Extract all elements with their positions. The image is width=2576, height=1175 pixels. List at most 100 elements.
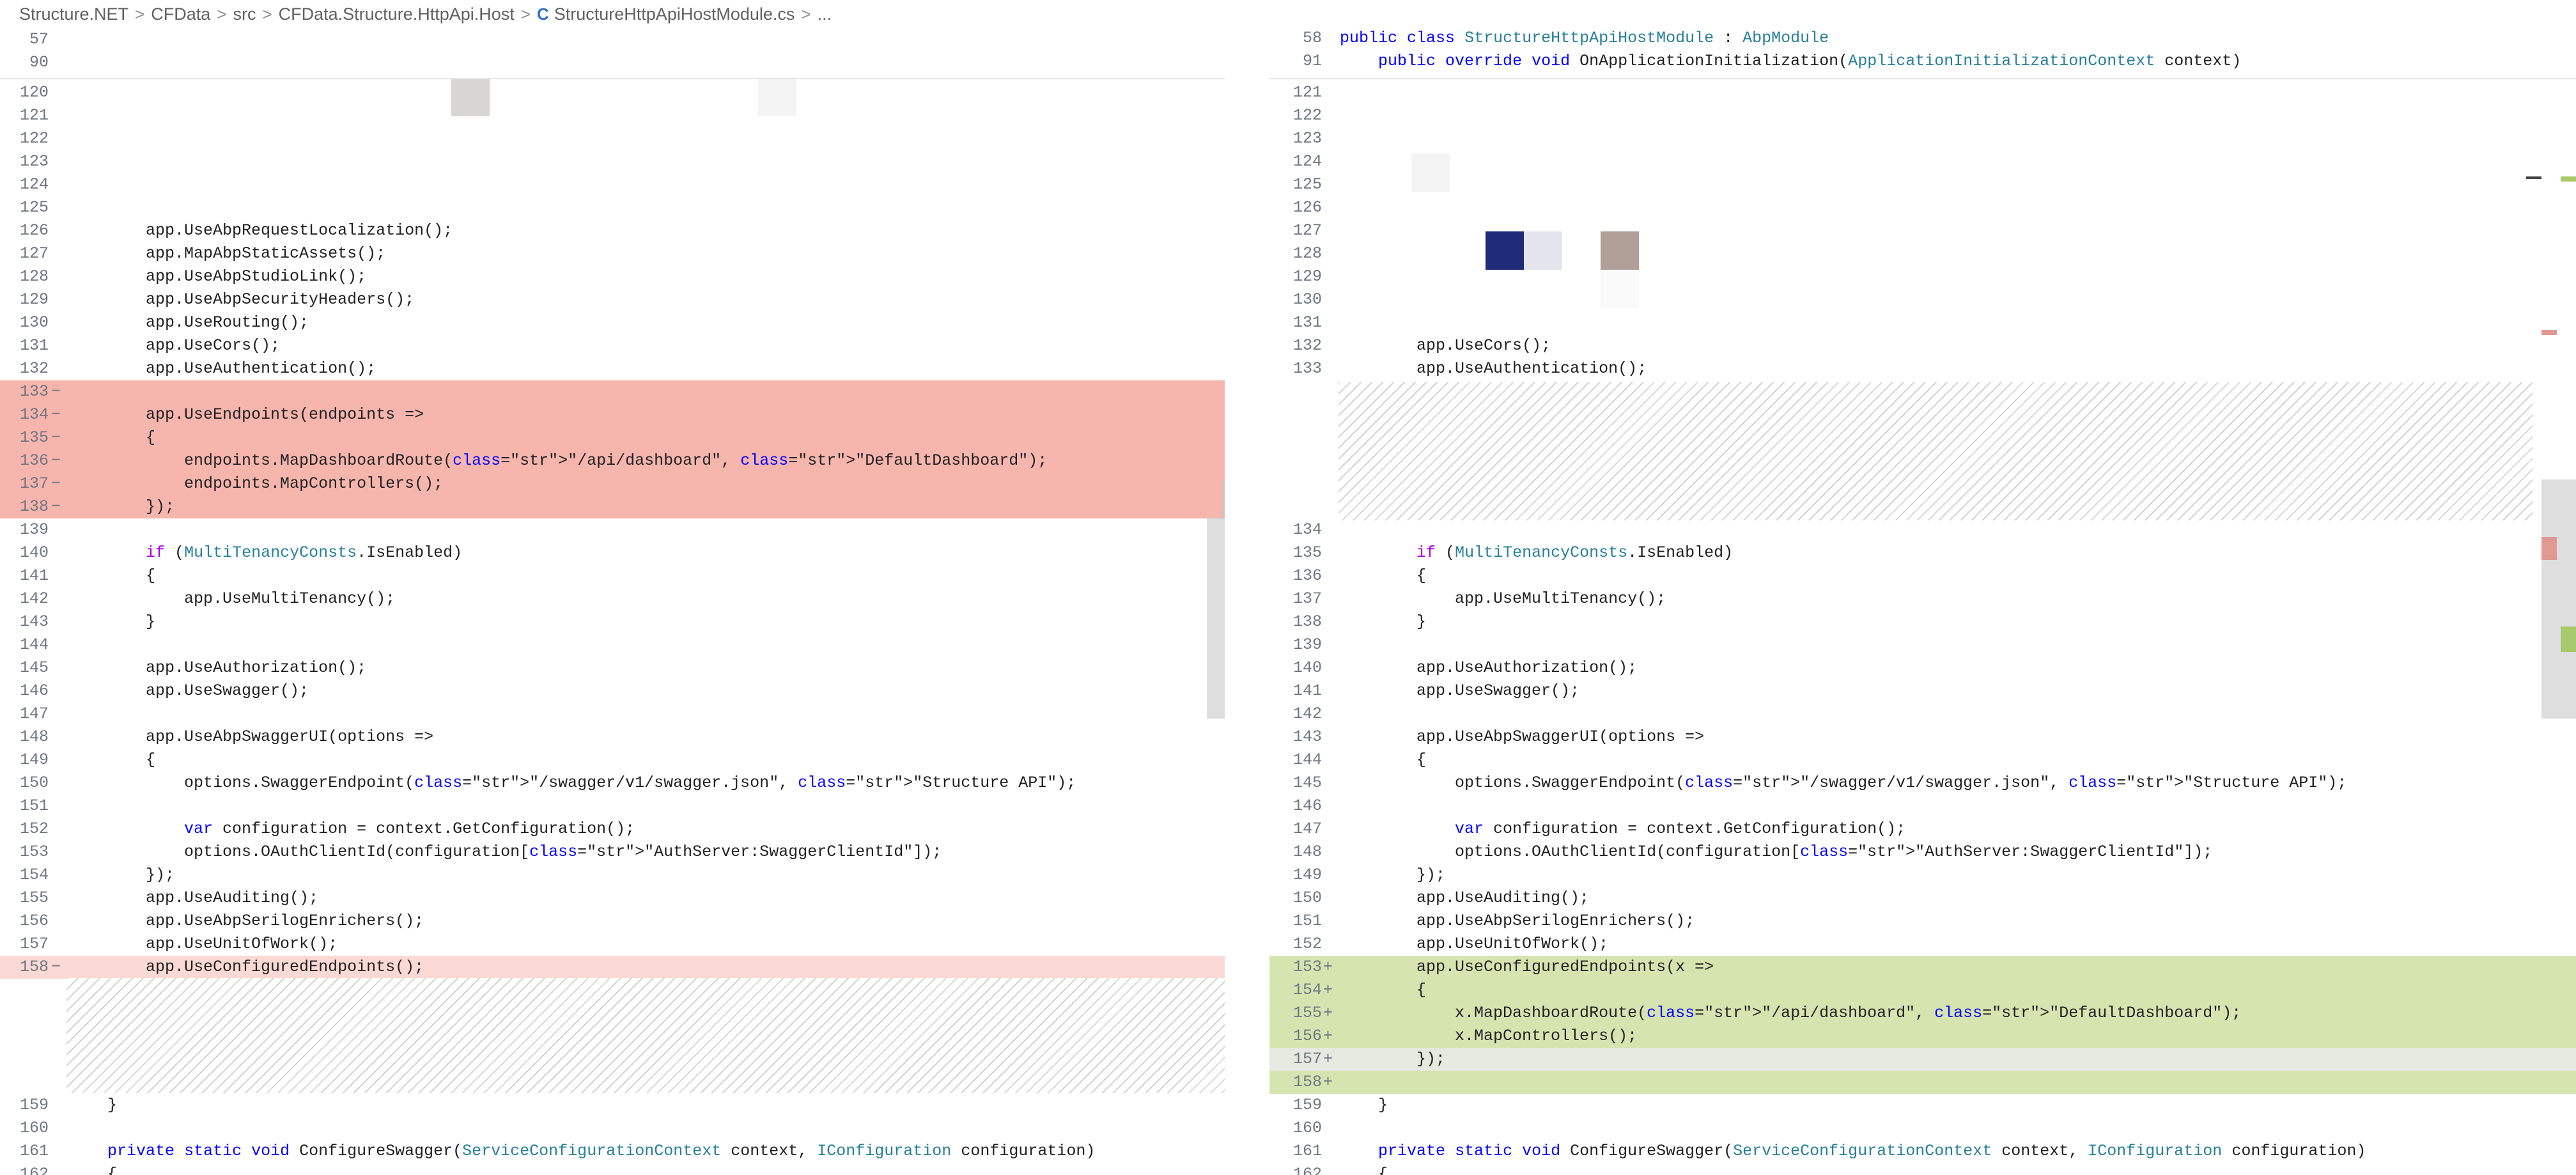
line-number[interactable]: 143 [0,611,49,634]
line-number[interactable]: 137 [1269,588,1322,611]
code-line[interactable]: 155 + x.MapDashboardRoute(class="str">"/a… [1269,1002,2576,1025]
code-line[interactable]: 121 [1269,81,2576,104]
code-line[interactable]: 135− { [0,426,1225,449]
line-number[interactable]: 140 [0,541,49,564]
line-number[interactable]: 126 [0,219,49,242]
code-line[interactable]: 137 app.UseMultiTenancy(); [1269,588,2576,611]
code-text[interactable]: } [69,1094,117,1117]
code-line[interactable]: 148 app.UseAbpSwaggerUI(options => [0,726,1225,749]
code-text[interactable]: { [69,1163,117,1175]
line-number[interactable]: 154 [0,864,49,887]
line-number[interactable]: 123 [0,150,49,173]
code-line[interactable]: 147 [0,703,1225,726]
code-line[interactable]: 159 } [0,1094,1225,1117]
code-text[interactable]: public override void OnApplicationInitia… [1340,50,2241,73]
code-line[interactable]: 162 { [1269,1163,2576,1175]
code-line[interactable]: 147 var configuration = context.GetConfi… [1269,818,2576,841]
code-text[interactable]: public class StructureHttpApiHostModule … [1340,27,1829,50]
line-number[interactable]: 131 [0,334,49,357]
code-line[interactable]: 152 var configuration = context.GetConfi… [0,818,1225,841]
code-text[interactable]: if (MultiTenancyConsts.IsEnabled) [1340,541,1733,564]
code-text[interactable]: }); [1340,1048,1445,1071]
breadcrumb-item-project[interactable]: CFData.Structure.HttpApi.Host [279,4,515,24]
code-text[interactable]: private static void ConfigureSwagger(Ser… [1340,1140,2366,1163]
line-number[interactable]: 149 [1269,864,1322,887]
code-text[interactable]: options.OAuthClientId(configuration[clas… [1340,841,2212,864]
code-line[interactable]: 139 [1269,634,2576,657]
line-number[interactable]: 143 [1269,726,1322,749]
line-number[interactable]: 156 [0,910,49,933]
line-number[interactable]: 159 [1269,1094,1322,1117]
line-number[interactable]: 155 [1269,1002,1322,1025]
line-number[interactable]: 139 [0,518,49,541]
code-text[interactable]: endpoints.MapControllers(); [69,472,443,495]
line-number[interactable]: 129 [0,288,49,311]
code-line[interactable]: 130 app.UseRouting(); [0,311,1225,334]
line-number[interactable]: 128 [0,265,49,288]
code-line[interactable]: 138− }); [0,495,1225,518]
diff-original-pane[interactable]: 57 90 120 121 122 123 124 125 126 app.UseAbpReq… [0,0,1225,1175]
line-number[interactable]: 132 [0,357,49,380]
code-line[interactable]: 133 app.UseAuthentication(); [1269,357,2576,380]
code-line[interactable]: 143 app.UseAbpSwaggerUI(options => [1269,726,2576,749]
code-text[interactable]: app.UseCors(); [69,334,280,357]
line-number[interactable]: 160 [0,1117,49,1140]
code-line[interactable]: 159 } [1269,1094,2576,1117]
code-line[interactable]: 151 app.UseAbpSerilogEnrichers(); [1269,910,2576,933]
diff-modified-pane[interactable]: 58 public class StructureHttpApiHostModul… [1269,0,2576,1175]
code-text[interactable]: x.MapControllers(); [1340,1025,1637,1048]
code-text[interactable]: app.UseMultiTenancy(); [1340,588,1666,611]
line-number[interactable]: 162 [1269,1163,1322,1175]
line-number[interactable]: 132 [1269,334,1322,357]
line-number[interactable]: 141 [1269,680,1322,703]
line-number[interactable]: 135 [1269,541,1322,564]
code-text[interactable]: private static void ConfigureSwagger(Ser… [69,1140,1095,1163]
line-number[interactable]: 124 [1269,150,1322,173]
code-text[interactable]: { [1340,749,1426,772]
code-line[interactable]: 135 if (MultiTenancyConsts.IsEnabled) [1269,541,2576,564]
breadcrumb-item-cfdata[interactable]: CFData [151,4,210,24]
code-line[interactable]: 152 app.UseUnitOfWork(); [1269,933,2576,956]
code-text[interactable]: app.UseAuditing(); [69,887,318,910]
code-line[interactable]: 144 [0,634,1225,657]
line-number[interactable]: 134 [0,403,49,426]
line-number[interactable]: 141 [0,564,49,588]
line-number[interactable]: 145 [1269,772,1322,795]
code-line[interactable]: 132 app.UseCors(); [1269,334,2576,357]
code-line[interactable]: 150 options.SwaggerEndpoint(class="str">… [0,772,1225,795]
code-line[interactable]: 158− app.UseConfiguredEndpoints(); [0,956,1225,979]
code-line[interactable]: 128 [1269,242,2576,265]
code-line[interactable]: 129 [1269,265,2576,288]
code-line[interactable]: 122 [0,127,1225,150]
line-number[interactable]: 126 [1269,196,1322,219]
code-line[interactable]: 161 private static void ConfigureSwagger… [0,1140,1225,1163]
line-number[interactable]: 138 [0,495,49,518]
line-number[interactable]: 160 [1269,1117,1322,1140]
code-text[interactable]: options.OAuthClientId(configuration[clas… [69,841,942,864]
code-line[interactable]: 154 + { [1269,979,2576,1002]
code-text[interactable]: app.UseEndpoints(endpoints => [69,403,424,426]
code-line[interactable]: 126 [1269,196,2576,219]
code-text[interactable]: app.MapAbpStaticAssets(); [69,242,385,265]
code-line[interactable]: 157 + }); [1269,1048,2576,1071]
code-line[interactable]: 132 app.UseAuthentication(); [0,357,1225,380]
line-number[interactable]: 125 [0,196,49,219]
code-line[interactable]: 136− endpoints.MapDashboardRoute(class="… [0,449,1225,472]
code-line[interactable]: 138 } [1269,611,2576,634]
code-text[interactable]: { [1340,979,1426,1002]
line-number[interactable]: 151 [1269,910,1322,933]
line-number[interactable]: 149 [0,749,49,772]
code-text[interactable]: app.UseAuditing(); [1340,887,1589,910]
code-line[interactable]: 162 { [0,1163,1225,1175]
code-text[interactable]: app.UseSwagger(); [1340,680,1579,703]
code-line[interactable]: 140 app.UseAuthorization(); [1269,657,2576,680]
code-line[interactable]: 136 { [1269,564,2576,588]
line-number[interactable]: 158 [0,956,49,979]
line-number[interactable]: 162 [0,1163,49,1175]
code-line[interactable]: 122 [1269,104,2576,127]
code-line[interactable]: 149 { [0,749,1225,772]
code-text[interactable]: app.UseAuthorization(); [69,657,366,680]
code-line[interactable]: 150 app.UseAuditing(); [1269,887,2576,910]
line-number[interactable]: 139 [1269,634,1322,657]
code-text[interactable]: app.UseUnitOfWork(); [1340,933,1608,956]
